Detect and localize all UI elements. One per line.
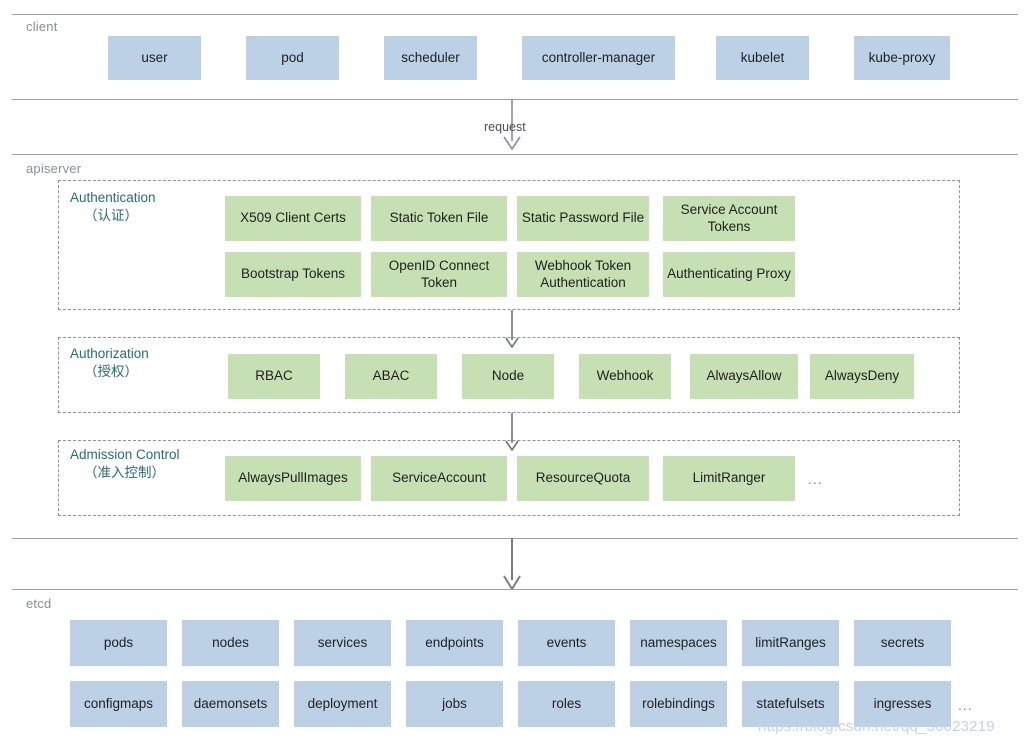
auth-plugin-service-account-tokens[interactable]: Service Account Tokens (663, 196, 795, 241)
stage-title-authentication-cn: （认证） (84, 208, 138, 224)
request-arrow-label: request (484, 120, 526, 134)
stage-title-authorization-en: Authorization (70, 346, 149, 361)
apiserver-to-etcd-arrow (503, 538, 521, 590)
admission-plugins-ellipsis: ... (808, 471, 823, 487)
auth-plugin-webhook-token-authentication[interactable]: Webhook Token Authentication (517, 252, 649, 297)
stage-title-authorization: Authorization （授权） (70, 345, 149, 381)
band-label-etcd: etcd (26, 596, 52, 611)
diagram-canvas: client user pod scheduler controller-man… (0, 0, 1030, 746)
watermark: https://blog.csdn.net/qq_36023219 (758, 718, 995, 735)
authz-plugin-rbac[interactable]: RBAC (228, 354, 320, 399)
client-node-user[interactable]: user (108, 36, 201, 80)
apiserver-band-top-rule (12, 154, 1018, 155)
etcd-resource-nodes[interactable]: nodes (182, 620, 279, 666)
etcd-resource-endpoints[interactable]: endpoints (406, 620, 503, 666)
stage-title-authentication: Authentication （认证） (70, 189, 156, 225)
admission-plugin-alwayspullimages[interactable]: AlwaysPullImages (225, 456, 361, 501)
authz-plugin-node[interactable]: Node (462, 354, 554, 399)
band-label-client: client (26, 19, 58, 34)
etcd-resource-configmaps[interactable]: configmaps (70, 681, 167, 727)
client-node-kubelet[interactable]: kubelet (716, 36, 809, 80)
etcd-resources-ellipsis: ... (958, 697, 973, 713)
client-node-pod[interactable]: pod (246, 36, 339, 80)
auth-plugin-authenticating-proxy[interactable]: Authenticating Proxy (663, 252, 795, 297)
etcd-resource-jobs[interactable]: jobs (406, 681, 503, 727)
etcd-resource-rolebindings[interactable]: rolebindings (630, 681, 727, 727)
stage-title-admission-control-en: Admission Control (70, 447, 180, 462)
etcd-resource-deployment[interactable]: deployment (294, 681, 391, 727)
client-band-top-rule (12, 14, 1018, 15)
etcd-resource-daemonsets[interactable]: daemonsets (182, 681, 279, 727)
admission-plugin-serviceaccount[interactable]: ServiceAccount (371, 456, 507, 501)
auth-plugin-openid-connect-token[interactable]: OpenID Connect Token (371, 252, 507, 297)
etcd-resource-namespaces[interactable]: namespaces (630, 620, 727, 666)
client-node-scheduler[interactable]: scheduler (384, 36, 477, 80)
band-label-apiserver: apiserver (26, 161, 82, 176)
admission-plugin-limitranger[interactable]: LimitRanger (663, 456, 795, 501)
stage-authentication (58, 180, 960, 310)
etcd-resource-roles[interactable]: roles (518, 681, 615, 727)
authz-plugin-webhook[interactable]: Webhook (579, 354, 671, 399)
authz-plugin-alwaysallow[interactable]: AlwaysAllow (690, 354, 798, 399)
etcd-resource-events[interactable]: events (518, 620, 615, 666)
stage-title-admission-control: Admission Control （准入控制） (70, 446, 180, 482)
stage-admission-control (58, 440, 960, 516)
auth-plugin-x509-client-certs[interactable]: X509 Client Certs (225, 196, 361, 241)
stage-title-authentication-en: Authentication (70, 190, 156, 205)
auth-plugin-bootstrap-tokens[interactable]: Bootstrap Tokens (225, 252, 361, 297)
client-node-kube-proxy[interactable]: kube-proxy (854, 36, 950, 80)
admission-plugin-resourcequota[interactable]: ResourceQuota (517, 456, 649, 501)
etcd-band-top-rule (12, 589, 1018, 590)
auth-plugin-static-token-file[interactable]: Static Token File (371, 196, 507, 241)
authz-plugin-alwaysdeny[interactable]: AlwaysDeny (810, 354, 914, 399)
etcd-resource-pods[interactable]: pods (70, 620, 167, 666)
client-node-controller-manager[interactable]: controller-manager (522, 36, 675, 80)
auth-plugin-static-password-file[interactable]: Static Password File (517, 196, 649, 241)
etcd-resource-secrets[interactable]: secrets (854, 620, 951, 666)
etcd-resource-services[interactable]: services (294, 620, 391, 666)
authz-plugin-abac[interactable]: ABAC (345, 354, 437, 399)
etcd-resource-limitranges[interactable]: limitRanges (742, 620, 839, 666)
stage-title-admission-control-cn: （准入控制） (84, 465, 165, 481)
stage-title-authorization-cn: （授权） (84, 364, 138, 380)
